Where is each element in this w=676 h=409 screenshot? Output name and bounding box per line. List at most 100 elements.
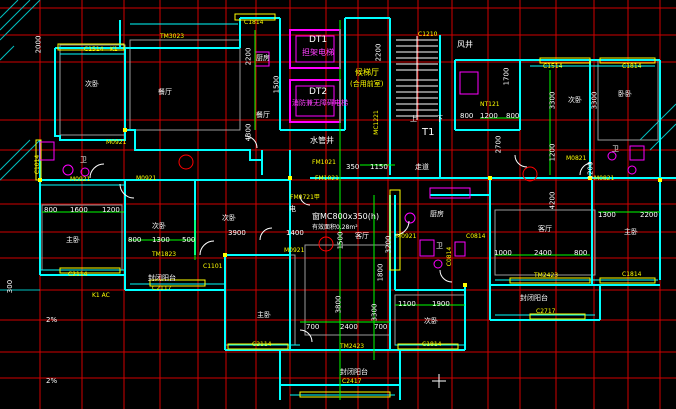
dim-3200: 3200 bbox=[384, 235, 393, 254]
room-shaft-air: 风井 bbox=[457, 40, 473, 49]
dim-2000: 2000 bbox=[34, 35, 43, 54]
code-k1-t: K1 bbox=[110, 46, 118, 53]
cad-canvas[interactable]: DT1 担架电梯 DT2 消防兼无障碍电梯 候梯厅 (合用前室) T1 上 下 … bbox=[0, 0, 676, 409]
vent-note2: 有效面积0.28m² bbox=[312, 224, 358, 231]
code-c2117: C2117 bbox=[152, 285, 172, 292]
code-c1814-rr: C1814 bbox=[622, 63, 642, 70]
elevator-dt2-code: DT2 bbox=[309, 87, 328, 97]
dim-300: 300 bbox=[6, 279, 15, 294]
vent-note: 窗MC800x350(h) bbox=[312, 212, 380, 221]
elevator-dt1-name: 担架电梯 bbox=[302, 48, 334, 57]
elevator-hall-note: (合用前室) bbox=[350, 80, 384, 88]
stair-code: T1 bbox=[422, 127, 435, 138]
dim-3300: 3300 bbox=[548, 91, 557, 110]
code-fm1021b: FM1021 bbox=[315, 175, 339, 182]
dim-2200: 2200 bbox=[244, 47, 253, 66]
room-master-l: 主卧 bbox=[66, 236, 80, 244]
code-c0814: C0814 bbox=[466, 233, 486, 240]
room-shaft-elec: 电 bbox=[289, 205, 296, 213]
dim-1900: 1900 bbox=[432, 300, 450, 308]
room-wc-r: 卫 bbox=[612, 145, 619, 153]
room-balcony-l: 封闭阳台 bbox=[148, 274, 176, 282]
room-dining-l2: 餐厅 bbox=[256, 111, 270, 119]
dim-1800: 1800 bbox=[376, 263, 385, 282]
dim-3300r: 3300 bbox=[590, 91, 599, 110]
code-c1514-t: C1514 bbox=[84, 46, 104, 53]
room-hall-c: 客厅 bbox=[355, 232, 369, 240]
dim-4200: 4200 bbox=[548, 191, 557, 210]
room-balcony-r: 封闭阳台 bbox=[520, 294, 548, 302]
dim-slope-1: 2% bbox=[46, 316, 58, 324]
code-c1101: C1101 bbox=[203, 263, 223, 270]
dim-3900: 3900 bbox=[228, 229, 246, 237]
dim-1200b: 1200 bbox=[480, 112, 498, 120]
code-c2114-b: C2114 bbox=[252, 341, 272, 348]
dim-slope-2: 2% bbox=[46, 377, 58, 385]
dim-1200a: 1200 bbox=[102, 206, 120, 214]
code-c1514-r: C1514 bbox=[543, 63, 563, 70]
code-m0921-a: M0921 bbox=[106, 139, 127, 146]
cursor-crosshair bbox=[432, 374, 446, 388]
room-kitchen-c: 厨房 bbox=[430, 210, 444, 218]
dim-800a: 800 bbox=[44, 206, 58, 214]
stair-down: 下 bbox=[436, 115, 443, 123]
elevator-dt1-code: DT1 bbox=[309, 35, 328, 45]
code-c1814-top: C1814 bbox=[244, 19, 264, 26]
room-bed-c: 次卧 bbox=[424, 317, 438, 325]
code-m0921-b: M0921 bbox=[70, 176, 91, 183]
code-c1210: C1210 bbox=[418, 31, 438, 38]
room-bed-r2: 卧卧 bbox=[618, 90, 632, 98]
room-kitchen-t: 厨房 bbox=[256, 54, 270, 62]
dim-1200c: 1200 bbox=[586, 161, 595, 180]
dim-800b: 800 bbox=[128, 236, 142, 244]
stair-lines bbox=[396, 36, 438, 120]
dim-800c: 800 bbox=[574, 249, 588, 257]
dim-2400: 2400 bbox=[340, 323, 358, 331]
room-wc-c: 卫 bbox=[436, 242, 443, 250]
code-c2114-a: C2114 bbox=[68, 271, 88, 278]
dim-1400: 1400 bbox=[286, 229, 304, 237]
code-c1814-b: C1814 bbox=[422, 341, 442, 348]
dim-4300: 4300 bbox=[244, 123, 253, 142]
room-corridor: 走道 bbox=[415, 163, 429, 171]
code-fm1021: FM1021 bbox=[312, 159, 336, 166]
code-m0921-e: M0921 bbox=[396, 233, 417, 240]
dim-3800: 3800 bbox=[334, 295, 343, 314]
room-living-r: 客厅 bbox=[538, 225, 552, 233]
room-bed3-l: 次卧 bbox=[222, 214, 236, 222]
code-tm2423: TM2423 bbox=[340, 343, 365, 350]
room-master-c: 主卧 bbox=[257, 311, 271, 319]
elevator-dt2-name: 消防兼无障碍电梯 bbox=[292, 99, 348, 107]
code-nt121: NT121 bbox=[480, 101, 500, 108]
dim-1300: 1300 bbox=[152, 236, 170, 244]
dim-1200r: 1200 bbox=[548, 143, 557, 162]
room-bed-r1: 次卧 bbox=[568, 96, 582, 104]
code-m0821: M0821 bbox=[566, 155, 587, 162]
dim-1500b: 1500 bbox=[336, 231, 345, 250]
dim-1300b: 1300 bbox=[598, 211, 616, 219]
dim-1150: 1150 bbox=[370, 163, 388, 171]
room-balcony-c: 封闭阳台 bbox=[340, 368, 368, 376]
dim-1600: 1600 bbox=[70, 206, 88, 214]
dim-700a: 700 bbox=[306, 323, 320, 331]
dim-1000: 1000 bbox=[494, 249, 512, 257]
room-bed-tl: 次卧 bbox=[85, 80, 99, 88]
room-dining-l: 餐厅 bbox=[158, 88, 172, 96]
room-bed-r3: 主卧 bbox=[624, 228, 638, 236]
dim-500: 500 bbox=[182, 236, 196, 244]
dim-1100: 1100 bbox=[398, 300, 416, 308]
dim-2200c: 2200 bbox=[640, 211, 658, 219]
room-bed2-l: 次卧 bbox=[152, 222, 166, 230]
room-shaft-water: 水管井 bbox=[310, 136, 334, 145]
code-c2717: C2717 bbox=[536, 308, 556, 315]
code-m0921-c: M0921 bbox=[136, 175, 157, 182]
code-tm2423-r: TM2423 bbox=[534, 272, 559, 279]
dim-800d: 800 bbox=[460, 112, 474, 120]
dim-350: 350 bbox=[346, 163, 360, 171]
code-c1814-r: C1814 bbox=[622, 271, 642, 278]
code-c2417: C2417 bbox=[342, 378, 362, 385]
column-marks bbox=[38, 128, 662, 287]
code-fm0721: FM0721甲 bbox=[290, 194, 320, 201]
elevator-hall-name: 候梯厅 bbox=[355, 68, 379, 77]
dim-2400b: 2400 bbox=[534, 249, 552, 257]
